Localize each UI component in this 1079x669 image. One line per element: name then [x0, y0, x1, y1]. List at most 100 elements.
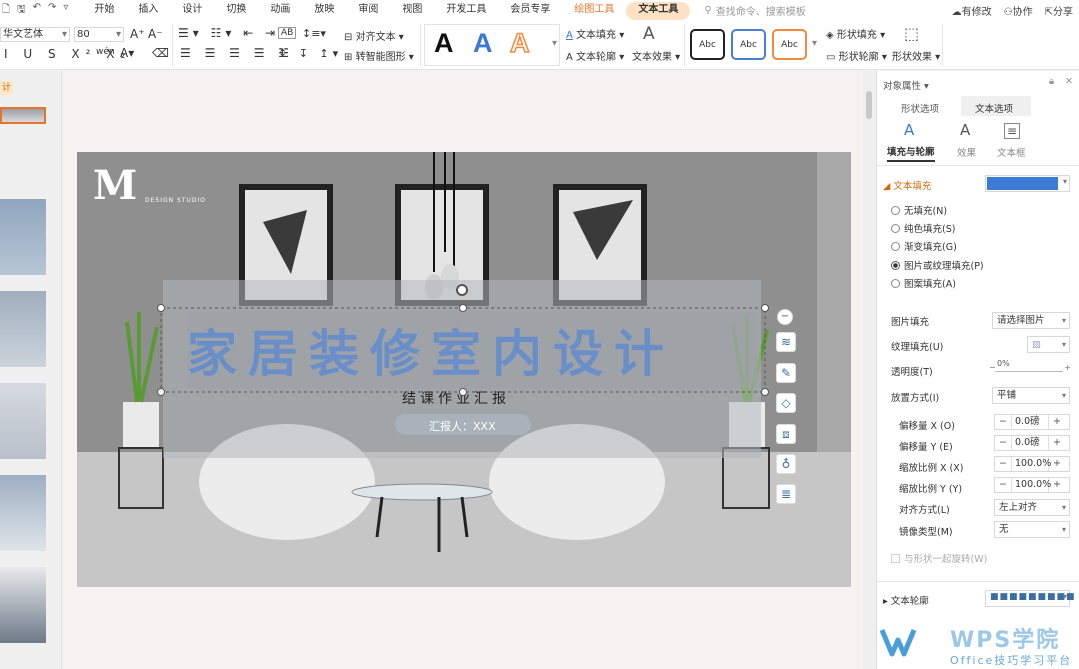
- text-fill-section[interactable]: ◢ 文本填充: [883, 178, 931, 192]
- canvas-scrollbar[interactable]: [863, 71, 875, 669]
- list-icons[interactable]: ☰▾ ☷▾ ⇤ ⇥: [178, 26, 279, 40]
- text-fill-button[interactable]: A 文本填充 ▾: [566, 26, 624, 41]
- radio-picture-fill[interactable]: 图片或纹理填充(P): [891, 258, 984, 272]
- textbox-icon[interactable]: ≡: [1004, 123, 1021, 139]
- thumbnail-slide-5[interactable]: [0, 475, 46, 551]
- rotate-handle[interactable]: [456, 284, 468, 296]
- presenter-badge[interactable]: 汇报人：XXX: [395, 414, 531, 435]
- font-color-icon[interactable]: A▾: [120, 46, 134, 60]
- shape-style-orange[interactable]: Abc: [772, 29, 807, 60]
- shape-outline-button[interactable]: ▭ 形状轮廓 ▾: [826, 48, 887, 63]
- align-icons[interactable]: ☰ ☰ ☰ ☰ ☷: [180, 46, 294, 60]
- shrink-font-icon[interactable]: A⁻: [148, 27, 163, 41]
- tab-view[interactable]: 视图: [390, 0, 434, 20]
- text-outline-button[interactable]: A 文本轮廓 ▾: [566, 48, 624, 63]
- shape-gallery-more-icon[interactable]: ▾: [812, 38, 817, 49]
- tab-animation[interactable]: 动画: [258, 0, 302, 20]
- smart-art-button[interactable]: ⊞ 转智能图形 ▾: [344, 48, 414, 63]
- pen-icon[interactable]: ✎: [776, 363, 796, 383]
- phonetic-icon[interactable]: wén: [96, 47, 115, 57]
- text-style-orange-outline[interactable]: A: [509, 27, 530, 59]
- layers-icon[interactable]: ≋: [776, 332, 796, 352]
- tab-home[interactable]: 开始: [82, 0, 126, 20]
- slide[interactable]: M DESIGN STUDIO 家居装修室内设计 结课作业汇报 汇报人：XXX: [77, 152, 851, 587]
- subtab-effect[interactable]: 效果: [957, 145, 976, 159]
- tab-text-tools[interactable]: 文本工具: [626, 2, 691, 20]
- tab-slideshow[interactable]: 放映: [302, 0, 346, 20]
- offset-x-stepper[interactable]: −0.0磅 +: [994, 414, 1070, 430]
- offset-y-stepper[interactable]: −0.0磅 +: [994, 435, 1070, 451]
- subtab-textbox[interactable]: 文本框: [997, 145, 1026, 159]
- more-icon[interactable]: ▿: [63, 2, 68, 19]
- font-name-select[interactable]: 华文艺体 ▾: [0, 27, 70, 42]
- bulb-icon[interactable]: ♁: [776, 454, 796, 474]
- collapse-icon[interactable]: −: [777, 309, 793, 325]
- tab-transition[interactable]: 切换: [214, 0, 258, 20]
- effect-icon[interactable]: A: [960, 121, 970, 139]
- rotate-with-shape-checkbox[interactable]: 与形状一起旋转(W): [891, 551, 987, 565]
- mirror-select[interactable]: 无 ▾: [994, 521, 1070, 538]
- collab-button[interactable]: ⚇协作: [1004, 3, 1033, 18]
- resize-handle-tr[interactable]: [761, 304, 769, 312]
- share-button[interactable]: ⇱分享: [1045, 3, 1073, 18]
- tab-review[interactable]: 审阅: [346, 0, 390, 20]
- texture-fill-select[interactable]: ▨ ▾: [1027, 336, 1070, 353]
- fill-outline-icon[interactable]: A: [904, 121, 914, 139]
- font-size-select[interactable]: 80 ▾: [74, 27, 124, 42]
- text-wrap-icon[interactable]: ≣: [776, 484, 796, 504]
- undo-icon[interactable]: ↶: [33, 2, 41, 19]
- close-icon[interactable]: ✕: [1065, 76, 1073, 87]
- shape-style-black[interactable]: Abc: [690, 29, 725, 60]
- align-text-button[interactable]: ⊟ 对齐文本 ▾: [344, 28, 404, 43]
- thumbnail-slide-1[interactable]: 设计: [0, 107, 46, 124]
- radio-no-fill[interactable]: 无填充(N): [891, 203, 947, 217]
- radio-solid-fill[interactable]: 纯色填充(S): [891, 221, 955, 235]
- text-style-black[interactable]: A: [434, 28, 454, 59]
- tab-insert[interactable]: 插入: [126, 0, 170, 20]
- shape-style-blue[interactable]: Abc: [731, 29, 766, 60]
- resize-handle-l[interactable]: [157, 388, 165, 396]
- text-outline-section[interactable]: ▸ 文本轮廓: [883, 593, 929, 607]
- resize-handle-t[interactable]: [459, 304, 467, 312]
- fill-bucket-icon[interactable]: ◇: [776, 393, 796, 413]
- tab-shape-options[interactable]: 形状选项: [901, 101, 939, 115]
- subtab-fill-outline[interactable]: 填充与轮廓: [887, 144, 935, 162]
- transparency-slider[interactable]: − + 0%: [989, 359, 1071, 374]
- clear-format-icon[interactable]: ⌫: [152, 46, 169, 60]
- tab-text-options[interactable]: 文本选项: [975, 101, 1013, 115]
- lock-icon[interactable]: 🔒︎: [1049, 76, 1054, 87]
- radio-pattern-fill[interactable]: 图案填充(A): [891, 276, 956, 290]
- file-icon[interactable]: 🗋: [2, 2, 10, 19]
- save-icon[interactable]: 🖫: [17, 2, 26, 19]
- command-search[interactable]: ⚲ 查找命令、搜索模板: [704, 3, 805, 18]
- tab-member[interactable]: 会员专享: [498, 0, 562, 20]
- shape-fill-button[interactable]: ◈ 形状填充 ▾: [826, 26, 885, 41]
- tab-developer[interactable]: 开发工具: [434, 0, 498, 20]
- align-select[interactable]: 左上对齐 ▾: [994, 499, 1070, 516]
- gallery-more-icon[interactable]: ▾: [552, 38, 557, 49]
- tab-drawing-tools[interactable]: 绘图工具: [562, 0, 626, 20]
- fill-color-picker[interactable]: ▾: [985, 175, 1070, 192]
- text-effect-button[interactable]: 文本效果 ▾: [632, 48, 680, 63]
- thumbnail-slide-2[interactable]: [0, 199, 46, 275]
- spacing-icons[interactable]: ↨ ↧ ↥▾: [278, 47, 342, 60]
- resize-handle-b[interactable]: [459, 388, 467, 396]
- text-effect-icon[interactable]: A: [643, 24, 655, 44]
- shape-effect-icon[interactable]: ⬚: [904, 24, 919, 43]
- scale-x-stepper[interactable]: −100.0% +: [994, 456, 1070, 472]
- resize-handle-tl[interactable]: [157, 304, 165, 312]
- thumbnail-slide-4[interactable]: [0, 383, 46, 459]
- line-spacing-icon[interactable]: ↕≡▾: [302, 27, 326, 40]
- radio-gradient-fill[interactable]: 渐变填充(G): [891, 239, 957, 253]
- picture-fill-select[interactable]: 请选择图片 ▾: [992, 312, 1070, 329]
- changes-button[interactable]: ☁有修改: [952, 3, 992, 18]
- scale-y-stepper[interactable]: −100.0% +: [994, 477, 1070, 493]
- grow-font-icon[interactable]: A⁺: [130, 27, 145, 41]
- outline-style-select[interactable]: ■■■■■■■■■ ▾: [985, 590, 1075, 607]
- redo-icon[interactable]: ↷: [48, 2, 56, 19]
- panel-header[interactable]: 对象属性 ▾: [883, 78, 929, 92]
- thumbnail-slide-6[interactable]: [0, 567, 46, 643]
- shape-effect-button[interactable]: 形状效果 ▾: [892, 48, 940, 63]
- text-style-blue[interactable]: A: [473, 28, 493, 59]
- crop-icon[interactable]: ⧈: [776, 424, 796, 444]
